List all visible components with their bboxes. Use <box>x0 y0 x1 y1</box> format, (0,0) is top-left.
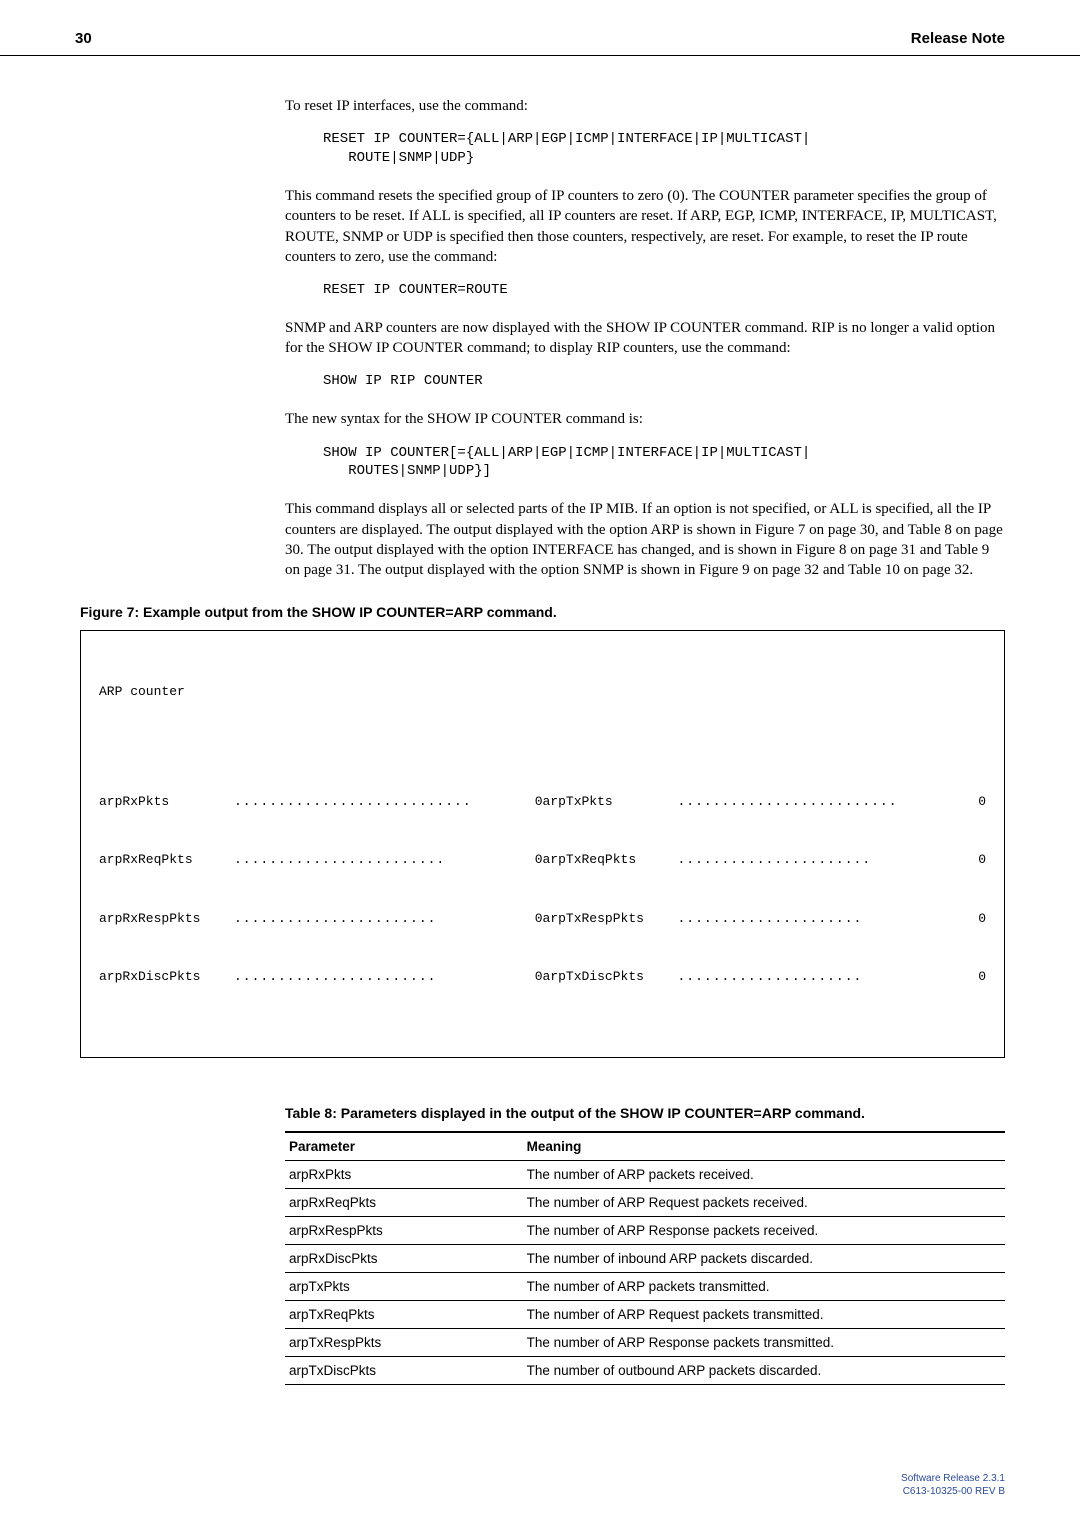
table-row: arpTxRespPktsThe number of ARP Response … <box>285 1329 1005 1357</box>
table-cell-param: arpTxPkts <box>285 1273 523 1301</box>
output-row: arpTxRespPkts.....................0 <box>543 909 987 929</box>
page-footer: Software Release 2.3.1 C613-10325-00 REV… <box>901 1472 1005 1498</box>
table-cell-meaning: The number of ARP packets received. <box>523 1161 1005 1189</box>
output-label: arpTxRespPkts <box>543 909 678 929</box>
table-caption: Table 8: Parameters displayed in the out… <box>285 1104 1005 1123</box>
footer-software-release: Software Release 2.3.1 <box>901 1472 1005 1485</box>
output-value: 0 <box>531 792 543 812</box>
output-row: arpTxReqPkts......................0 <box>543 850 987 870</box>
paragraph: The new syntax for the SHOW IP COUNTER c… <box>285 409 1005 429</box>
table-row: arpTxReqPktsThe number of ARP Request pa… <box>285 1301 1005 1329</box>
paragraph: SNMP and ARP counters are now displayed … <box>285 318 1005 359</box>
output-label: arpRxPkts <box>99 792 234 812</box>
table-cell-param: arpTxDiscPkts <box>285 1357 523 1385</box>
output-value: 0 <box>531 850 543 870</box>
footer-doc-revision: C613-10325-00 REV B <box>901 1485 1005 1498</box>
table-section: Table 8: Parameters displayed in the out… <box>0 1104 1080 1385</box>
paragraph: This command displays all or selected pa… <box>285 499 1005 580</box>
output-value: 0 <box>531 909 543 929</box>
table-row: arpRxRespPktsThe number of ARP Response … <box>285 1217 1005 1245</box>
output-row: arpRxRespPkts.......................0 <box>99 909 543 929</box>
code-block: SHOW IP RIP COUNTER <box>323 372 1005 391</box>
output-dots: ....................... <box>234 909 531 929</box>
output-label: arpTxDiscPkts <box>543 967 678 987</box>
output-label: arpRxReqPkts <box>99 850 234 870</box>
output-dots: ........................... <box>234 792 531 812</box>
page-header: 30 Release Note <box>0 0 1080 56</box>
table-cell-param: arpRxRespPkts <box>285 1217 523 1245</box>
output-dots: ........................ <box>234 850 531 870</box>
output-row: arpRxDiscPkts.......................0 <box>99 967 543 987</box>
table-cell-param: arpTxRespPkts <box>285 1329 523 1357</box>
output-value: 0 <box>974 792 986 812</box>
table-row: arpRxDiscPktsThe number of inbound ARP p… <box>285 1245 1005 1273</box>
code-block: RESET IP COUNTER={ALL|ARP|EGP|ICMP|INTER… <box>323 130 1005 168</box>
output-dots: ...................... <box>678 850 975 870</box>
paragraph: This command resets the specified group … <box>285 186 1005 267</box>
table-cell-meaning: The number of ARP Request packets transm… <box>523 1301 1005 1329</box>
output-row: arpRxReqPkts........................0 <box>99 850 543 870</box>
paragraph: To reset IP interfaces, use the command: <box>285 96 1005 116</box>
output-value: 0 <box>974 967 986 987</box>
table-cell-param: arpRxDiscPkts <box>285 1245 523 1273</box>
output-dots: ....................... <box>234 967 531 987</box>
output-label: arpTxPkts <box>543 792 678 812</box>
output-row: arpTxPkts.........................0 <box>543 792 987 812</box>
table-cell-param: arpRxReqPkts <box>285 1189 523 1217</box>
table-cell-meaning: The number of ARP packets transmitted. <box>523 1273 1005 1301</box>
table-cell-meaning: The number of ARP Response packets recei… <box>523 1217 1005 1245</box>
code-block: RESET IP COUNTER=ROUTE <box>323 281 1005 300</box>
table-cell-meaning: The number of ARP Response packets trans… <box>523 1329 1005 1357</box>
output-row: arpTxDiscPkts.....................0 <box>543 967 987 987</box>
page-number: 30 <box>75 30 92 47</box>
table-row: arpRxPktsThe number of ARP packets recei… <box>285 1161 1005 1189</box>
output-label: arpRxDiscPkts <box>99 967 234 987</box>
code-block: SHOW IP COUNTER[={ALL|ARP|EGP|ICMP|INTER… <box>323 444 1005 482</box>
output-right-column: arpTxPkts.........................0 arpT… <box>543 753 987 1026</box>
output-value: 0 <box>531 967 543 987</box>
table-header-meaning: Meaning <box>523 1132 1005 1161</box>
table-cell-meaning: The number of outbound ARP packets disca… <box>523 1357 1005 1385</box>
doc-title: Release Note <box>911 30 1005 47</box>
table-row: arpRxReqPktsThe number of ARP Request pa… <box>285 1189 1005 1217</box>
table-header-parameter: Parameter <box>285 1132 523 1161</box>
output-dots: ..................... <box>678 967 975 987</box>
parameter-table: Parameter Meaning arpRxPktsThe number of… <box>285 1131 1005 1385</box>
output-left-column: arpRxPkts...........................0 ar… <box>99 753 543 1026</box>
output-title: ARP counter <box>99 682 986 702</box>
figure-caption: Figure 7: Example output from the SHOW I… <box>80 604 1080 620</box>
table-cell-meaning: The number of inbound ARP packets discar… <box>523 1245 1005 1273</box>
table-header-row: Parameter Meaning <box>285 1132 1005 1161</box>
output-dots: ......................... <box>678 792 975 812</box>
table-cell-meaning: The number of ARP Request packets receiv… <box>523 1189 1005 1217</box>
table-row: arpTxDiscPktsThe number of outbound ARP … <box>285 1357 1005 1385</box>
output-value: 0 <box>974 850 986 870</box>
table-row: arpTxPktsThe number of ARP packets trans… <box>285 1273 1005 1301</box>
output-row: arpRxPkts...........................0 <box>99 792 543 812</box>
output-box: ARP counter arpRxPkts...................… <box>80 630 1005 1058</box>
output-label: arpTxReqPkts <box>543 850 678 870</box>
output-value: 0 <box>974 909 986 929</box>
output-label: arpRxRespPkts <box>99 909 234 929</box>
table-cell-param: arpTxReqPkts <box>285 1301 523 1329</box>
table-cell-param: arpRxPkts <box>285 1161 523 1189</box>
output-dots: ..................... <box>678 909 975 929</box>
main-content: To reset IP interfaces, use the command:… <box>0 96 1080 580</box>
